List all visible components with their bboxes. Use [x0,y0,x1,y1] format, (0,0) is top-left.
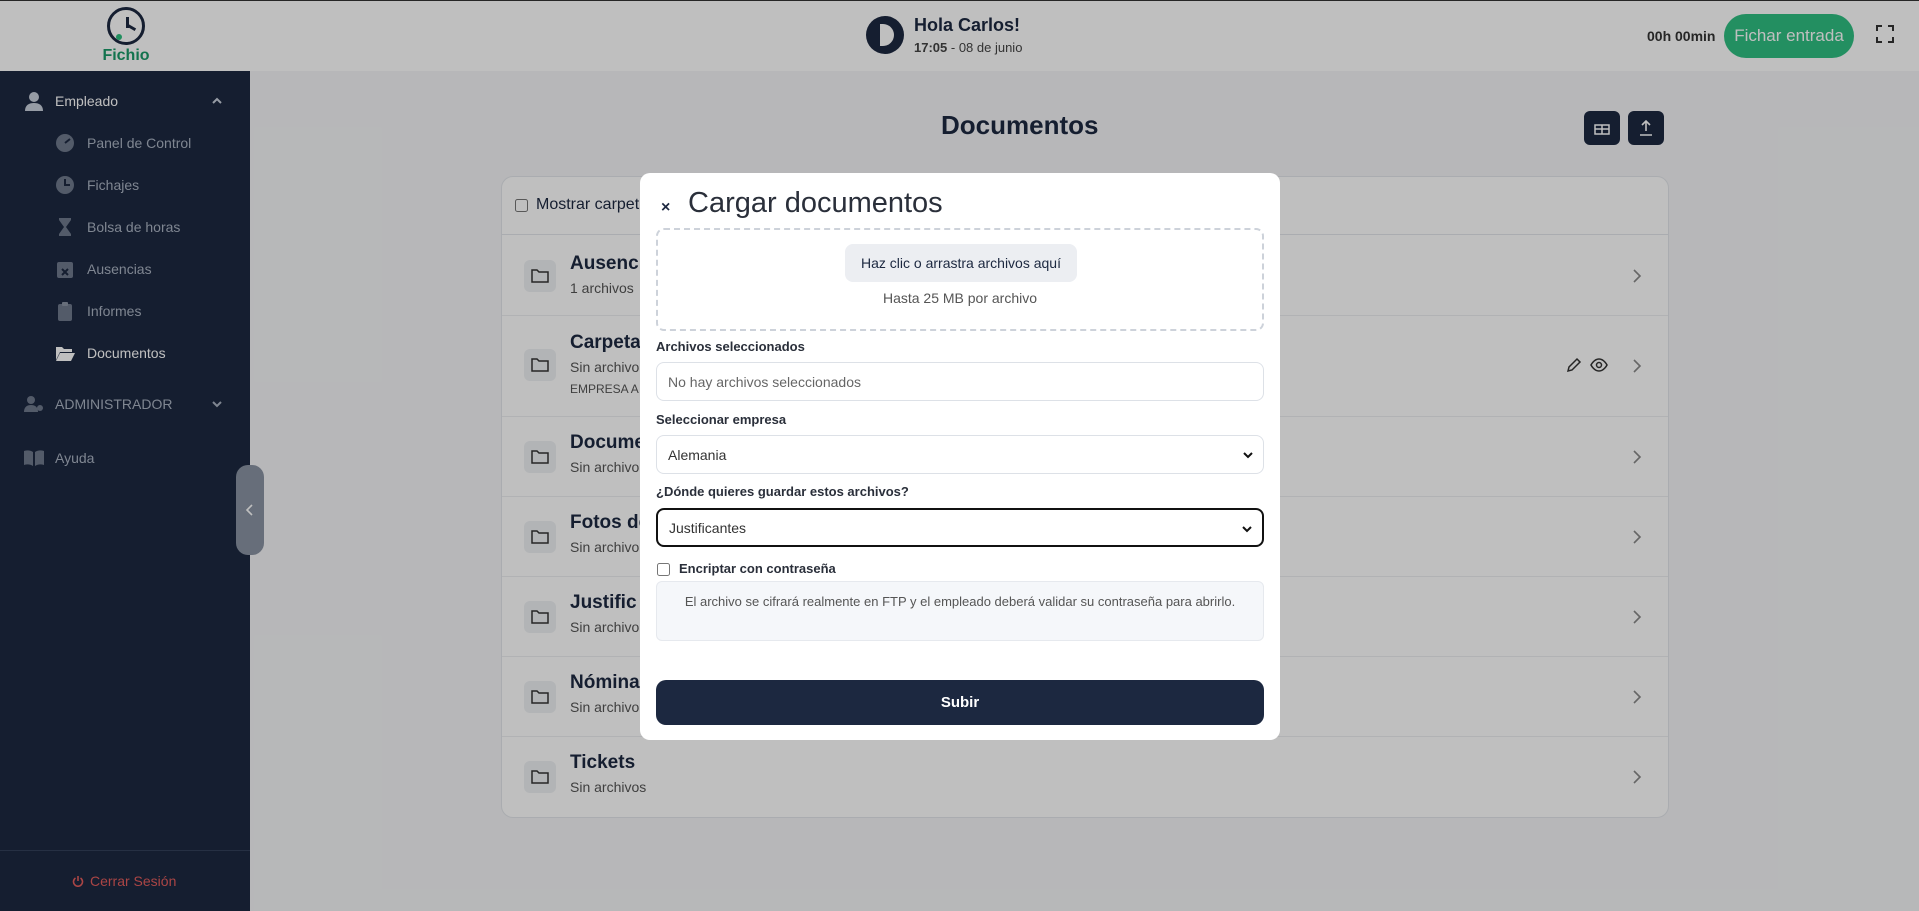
upload-modal: × Cargar documentos Haz clic o arrastra … [640,173,1280,740]
choose-files-button[interactable]: Haz clic o arrastra archivos aquí [845,244,1077,282]
close-button[interactable]: × [661,199,670,217]
chevron-down-icon [1243,452,1253,459]
chevron-down-icon [1242,526,1252,533]
file-dropzone[interactable]: Haz clic o arrastra archivos aquí Hasta … [656,228,1264,331]
destination-label: ¿Dónde quieres guardar estos archivos? [656,484,909,499]
encrypt-checkbox[interactable] [657,563,670,576]
company-select[interactable]: Alemania [656,435,1264,474]
encrypt-label: Encriptar con contraseña [679,561,836,576]
selected-files-field: No hay archivos seleccionados [656,362,1264,401]
submit-upload-button[interactable]: Subir [656,680,1264,725]
company-select-value: Alemania [668,446,727,463]
selected-files-label: Archivos seleccionados [656,339,805,354]
file-size-note: Hasta 25 MB por archivo [882,290,1038,306]
destination-select[interactable]: Justificantes [656,508,1264,547]
modal-title: Cargar documentos [688,187,943,219]
encrypt-info-note: El archivo se cifrará realmente en FTP y… [656,581,1264,641]
company-label: Seleccionar empresa [656,412,787,427]
destination-select-value: Justificantes [669,519,747,536]
